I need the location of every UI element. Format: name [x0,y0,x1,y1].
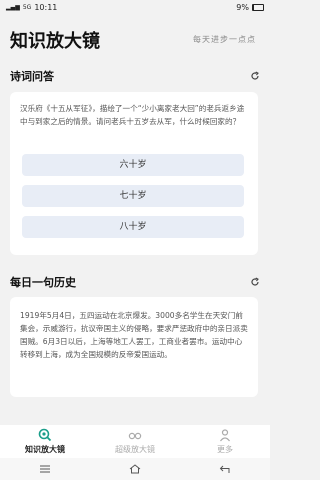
signal-icon: ▂▄▆ [6,4,20,11]
refresh-icon[interactable] [250,277,260,287]
quiz-option[interactable]: 八十岁 [22,216,244,238]
quiz-section-title: 诗词问答 [10,70,54,83]
nav-label: 知识放大镜 [25,445,65,454]
quiz-option[interactable]: 六十岁 [22,154,244,176]
history-card: 1919年5月4日，五四运动在北京爆发。3000多名学生在天安门前集会，示威游行… [10,297,258,397]
carrier-label: 5G [22,4,32,11]
glasses-icon [128,432,142,440]
history-section-title: 每日一句历史 [10,276,76,289]
quiz-card: 汉乐府《十五从军征》，描绘了一个“少小离家老大回”的老兵返乡途中与到家之后的情景… [10,92,258,255]
user-icon [220,429,230,442]
back-icon[interactable] [219,464,231,474]
menu-icon[interactable] [39,464,51,474]
status-time: 10:11 [34,3,58,12]
quiz-section-header: 诗词问答 [10,68,260,84]
battery-percent: 9% [236,3,249,12]
page-subtitle: 每天进步一点点 [193,35,256,44]
magnifier-icon [38,428,52,442]
history-section-header: 每日一句历史 [10,274,260,290]
home-icon[interactable] [129,464,141,474]
nav-item-super-magnifier[interactable]: 超级放大镜 [90,425,180,458]
history-text: 1919年5月4日，五四运动在北京爆发。3000多名学生在天安门前集会，示威游行… [20,311,248,359]
bottom-nav: 知识放大镜 超级放大镜 更多 [0,425,270,458]
status-bar: ▂▄▆ 5G 10:11 9% [0,0,270,16]
quiz-option[interactable]: 七十岁 [22,185,244,207]
battery-icon [252,4,264,11]
nav-item-knowledge-magnifier[interactable]: 知识放大镜 [0,425,90,458]
quiz-question: 汉乐府《十五从军征》，描绘了一个“少小离家老大回”的老兵返乡途中与到家之后的情景… [20,104,245,126]
system-nav-bar [0,458,270,480]
nav-label: 超级放大镜 [115,445,155,454]
nav-item-more[interactable]: 更多 [180,425,270,458]
refresh-icon[interactable] [250,71,260,81]
page-title: 知识放大镜 [10,31,100,52]
nav-label: 更多 [217,445,233,454]
